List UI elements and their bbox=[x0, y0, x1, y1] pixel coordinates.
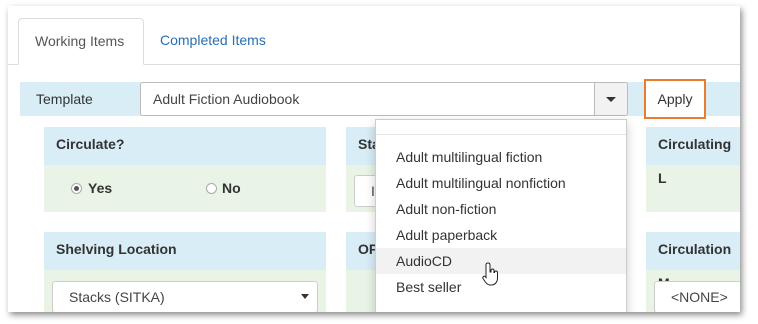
tab-working-items[interactable]: Working Items bbox=[18, 18, 144, 65]
dropdown-option[interactable]: Adult multilingual nonfiction bbox=[376, 170, 626, 196]
dropdown-option-hovered[interactable]: AudioCD bbox=[376, 248, 626, 274]
circulating-library-panel: Circulating L bbox=[646, 127, 740, 212]
shelving-location-panel: Shelving Location Stacks (SITKA) bbox=[44, 232, 326, 312]
shelving-location-value: Stacks (SITKA) bbox=[69, 289, 165, 305]
dropdown-option[interactable]: Best seller bbox=[376, 274, 626, 300]
dropdown-option[interactable]: Adult multilingual fiction bbox=[376, 144, 626, 170]
circulating-library-title: Circulating L bbox=[646, 127, 740, 186]
hand-pointer-icon bbox=[482, 262, 498, 286]
template-selected-value: Adult Fiction Audiobook bbox=[153, 91, 300, 107]
dropdown-option[interactable]: Adult non-fiction bbox=[376, 196, 626, 222]
circulation-modifier-title: Circulation M bbox=[646, 232, 740, 291]
dropdown-top-divider bbox=[376, 120, 626, 135]
template-dropdown-menu: Adult multilingual fiction Adult multili… bbox=[375, 119, 627, 312]
circulation-modifier-select[interactable]: <NONE> bbox=[654, 281, 740, 312]
dropdown-option[interactable]: Adult paperback bbox=[376, 222, 626, 248]
tab-bar: Working Items Completed Items bbox=[8, 6, 740, 65]
circulate-no-radio[interactable] bbox=[206, 183, 217, 194]
tab-completed-items[interactable]: Completed Items bbox=[144, 18, 282, 63]
circulate-yes-label: Yes bbox=[88, 180, 113, 196]
template-select[interactable]: Adult Fiction Audiobook bbox=[140, 82, 628, 116]
shelving-location-title: Shelving Location bbox=[44, 232, 326, 270]
template-label: Template bbox=[36, 91, 93, 107]
caret-down-icon bbox=[606, 97, 616, 102]
chevron-down-icon bbox=[301, 294, 309, 299]
circulate-yes-radio[interactable] bbox=[71, 183, 82, 194]
circulate-no-label: No bbox=[222, 180, 241, 196]
shelving-location-select[interactable]: Stacks (SITKA) bbox=[52, 281, 318, 312]
template-row: Template Adult Fiction Audiobook bbox=[20, 82, 740, 116]
apply-button[interactable]: Apply bbox=[644, 79, 706, 119]
circulate-title: Circulate? bbox=[44, 127, 326, 165]
app-window: Working Items Completed Items Template A… bbox=[8, 6, 740, 312]
circulation-modifier-panel: Circulation M <NONE> bbox=[646, 232, 740, 312]
circulate-panel: Circulate? Yes No bbox=[44, 127, 326, 212]
circulation-modifier-value: <NONE> bbox=[671, 289, 728, 305]
template-toggle-button[interactable] bbox=[594, 83, 627, 115]
